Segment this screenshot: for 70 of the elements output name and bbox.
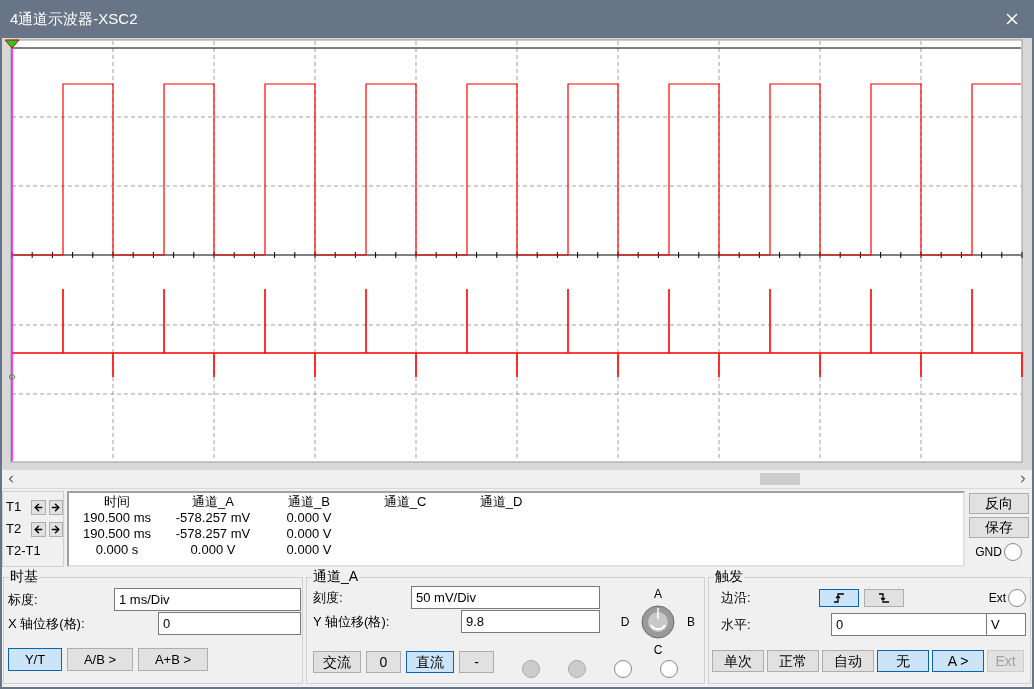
gnd-radio[interactable] — [1003, 543, 1022, 561]
field-label: 边沿: — [721, 589, 752, 608]
level-field[interactable]: 0 — [831, 613, 987, 636]
channel-label: D — [620, 614, 630, 631]
channel-label: A — [654, 586, 662, 603]
move-right-button[interactable] — [48, 521, 63, 537]
group-title: 时基 — [9, 568, 39, 584]
channel-knob-icon[interactable] — [641, 605, 675, 639]
channel-radio[interactable] — [614, 660, 632, 678]
group-title: 通道_A — [312, 568, 360, 584]
table-cell-text: 0.000 V — [189, 542, 237, 558]
offset-field[interactable]: 9.8 — [461, 610, 600, 633]
table-cell-text: -578.257 mV — [174, 526, 252, 542]
table-cell-text: 0.000 V — [285, 510, 333, 526]
offset-field[interactable]: 0 — [158, 612, 301, 635]
table-cell-text: 190.500 ms — [82, 510, 152, 526]
rising-edge-icon — [833, 593, 845, 603]
trigger-mode-button[interactable]: 单次 — [712, 650, 764, 672]
mode-button[interactable]: A/B > — [67, 648, 133, 671]
gnd-label: GND — [975, 544, 1002, 561]
column-header: 通道_C — [382, 494, 428, 510]
cursor-label: T2 — [6, 520, 23, 539]
coupling-button[interactable]: 直流 — [406, 651, 454, 673]
unit-field[interactable]: V — [987, 613, 1026, 636]
table-cell-text: 0.000 V — [285, 526, 333, 542]
coupling-button[interactable]: 0 — [366, 651, 401, 673]
scroll-thumb[interactable] — [760, 473, 800, 485]
channel-label: C — [653, 642, 663, 659]
column-header: 时间 — [103, 494, 131, 510]
mode-button[interactable]: A+B > — [138, 648, 208, 671]
table-cell-text: 0.000 s — [94, 542, 140, 558]
trigger-mode-button[interactable]: 无 — [877, 650, 929, 672]
coupling-button[interactable]: 交流 — [313, 651, 361, 673]
field-label: Y 轴位移(格): — [313, 612, 390, 631]
table-cell-text: 0.000 V — [285, 542, 333, 558]
move-left-button[interactable] — [31, 521, 46, 537]
move-left-button[interactable] — [31, 499, 46, 515]
field-label: X 轴位移(格): — [8, 614, 85, 633]
channel-radio[interactable] — [660, 660, 678, 678]
mode-button[interactable]: Y/T — [8, 648, 62, 671]
column-header: 通道_B — [287, 494, 331, 510]
horizontal-scrollbar[interactable] — [3, 469, 1031, 489]
trigger-mode-button[interactable]: 正常 — [767, 650, 819, 672]
table-cell-text: -578.257 mV — [174, 510, 252, 526]
action-button[interactable]: 反向 — [968, 493, 1029, 514]
column-header: 通道_A — [191, 494, 235, 510]
cursor-marker-icon[interactable] — [4, 39, 20, 49]
ext-radio[interactable] — [1008, 589, 1026, 607]
falling-edge-button[interactable] — [864, 589, 904, 607]
cursor-label: T1 — [6, 498, 23, 517]
move-right-button[interactable] — [48, 499, 63, 515]
window-title: 4通道示波器-XSC2 — [10, 8, 138, 29]
table-cell-text: 190.500 ms — [82, 526, 152, 542]
field-label: 标度: — [8, 590, 38, 609]
scale-field[interactable]: 1 ms/Div — [114, 588, 301, 611]
falling-edge-icon — [878, 593, 890, 603]
coupling-button[interactable]: - — [459, 651, 494, 673]
field-label: 刻度: — [313, 588, 343, 607]
channel-label: B — [687, 614, 695, 631]
trigger-mode-button[interactable]: 自动 — [822, 650, 874, 672]
field-label: 水平: — [721, 615, 752, 634]
group-title: 触发 — [714, 568, 744, 584]
ext-label: Ext — [988, 590, 1006, 607]
cursor-label: T2-T1 — [6, 542, 41, 561]
column-header: 通道_D — [478, 494, 524, 510]
action-button[interactable]: 保存 — [968, 517, 1029, 538]
trigger-mode-button[interactable]: A > — [932, 650, 984, 672]
ground-marker-icon — [9, 374, 15, 380]
scale-field[interactable]: 50 mV/Div — [411, 586, 600, 609]
rising-edge-button[interactable] — [819, 589, 859, 607]
